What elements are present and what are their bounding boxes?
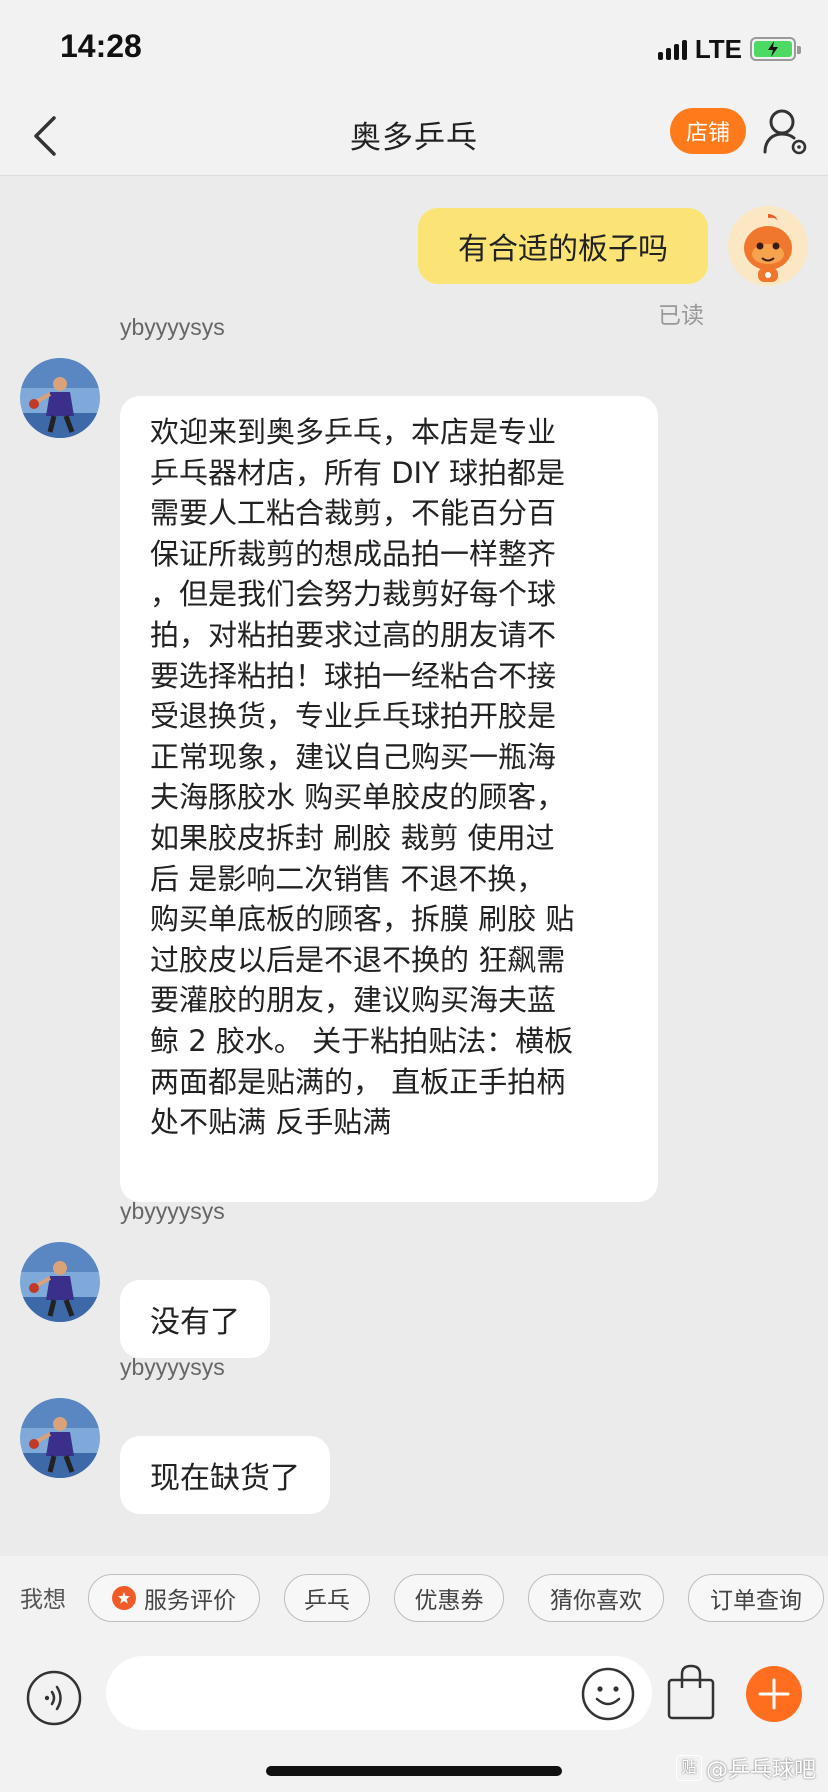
chip-recommendations[interactable]: 猜你喜欢	[528, 1574, 664, 1622]
review-icon	[112, 1586, 136, 1610]
message-line: 拍，对粘拍要求过高的朋友请不	[150, 617, 557, 652]
chip-order-query[interactable]: 订单查询	[688, 1574, 824, 1622]
message-line: 处不贴满 反手贴满	[150, 1105, 392, 1140]
seller-avatar[interactable]	[20, 1242, 100, 1322]
chip-coupon[interactable]: 优惠券	[394, 1574, 504, 1622]
watermark: 贴 @乒乓球吧	[676, 1752, 816, 1784]
plus-button[interactable]	[746, 1666, 802, 1722]
my-avatar[interactable]	[728, 206, 808, 286]
plus-icon	[758, 1678, 790, 1710]
shopping-bag-icon	[667, 1664, 715, 1720]
sender-name: ybyyyysys	[120, 1354, 225, 1380]
message-line: 受退换货，专业乒乓球拍开胶是	[150, 699, 557, 734]
signal-icon	[657, 38, 687, 60]
chip-label: 猜你喜欢	[550, 1588, 642, 1614]
message-line: ，但是我们会努力裁剪好每个球	[150, 577, 557, 612]
message-line: 后 是影响二次销售 不退不换，	[150, 861, 546, 896]
message-line: 乒乓器材店，所有 DIY 球拍都是	[150, 455, 566, 490]
sender-name: ybyyyysys	[120, 1198, 225, 1224]
battery-icon	[750, 37, 801, 61]
voice-icon	[26, 1670, 82, 1726]
message-line: 要选择粘拍！球拍一经粘合不接	[150, 658, 557, 693]
shop-button[interactable]: 店铺	[670, 108, 746, 154]
read-status: 已读	[658, 303, 704, 329]
watermark-logo: 贴	[676, 1755, 702, 1781]
chip-label: 乒乓	[304, 1588, 350, 1614]
quick-actions-bar: 我想 服务评价 乒乓 优惠券 猜你喜欢 订单查询	[0, 1556, 828, 1640]
message-line: 两面都是贴满的， 直板正手拍柄	[150, 1064, 566, 1099]
seller-message-bubble[interactable]: 没有了	[120, 1280, 270, 1358]
seller-message-bubble[interactable]: 现在缺货了	[120, 1436, 330, 1514]
voice-button[interactable]	[26, 1670, 82, 1726]
user-settings-icon	[763, 109, 807, 155]
chip-label: 订单查询	[710, 1588, 802, 1614]
chip-label: 优惠券	[414, 1588, 484, 1614]
shopping-bag-button[interactable]	[664, 1662, 718, 1724]
status-time: 14:28	[60, 28, 142, 64]
seller-avatar[interactable]	[20, 1398, 100, 1478]
status-bar: 14:28 LTE	[0, 0, 828, 100]
input-bar: 贴 @乒乓球吧	[0, 1640, 828, 1792]
message-input[interactable]	[106, 1656, 652, 1730]
user-settings-button[interactable]	[762, 106, 810, 158]
message-line: 夫海豚胶水 购买单胶皮的顾客，	[150, 780, 566, 815]
message-line: 欢迎来到奥多乒乓，本店是专业	[150, 415, 557, 449]
message-line: 保证所裁剪的想成品拍一样整齐	[150, 536, 557, 571]
seller-avatar[interactable]	[20, 358, 100, 438]
emoji-button[interactable]	[580, 1666, 636, 1722]
message-line: 要灌胶的朋友，建议购买海夫蓝	[150, 983, 557, 1018]
emoji-icon	[581, 1667, 635, 1721]
watermark-text: @乒乓球吧	[706, 1758, 817, 1783]
my-message-bubble[interactable]: 有合适的板子吗	[418, 208, 708, 284]
nav-bar: 奥多乒乓 店铺	[0, 100, 828, 176]
message-line: 过胶皮以后是不退不换的 狂飙需	[150, 942, 566, 977]
seller-message-bubble[interactable]: 欢迎来到奥多乒乓，本店是专业 乒乓器材店，所有 DIY 球拍都是 需要人工粘合裁…	[120, 396, 658, 1202]
chip-service-review[interactable]: 服务评价	[88, 1574, 260, 1622]
sender-name: ybyyyysys	[120, 314, 225, 340]
message-line: 需要人工粘合裁剪，不能百分百	[150, 496, 557, 531]
chip-label: 服务评价	[144, 1588, 236, 1614]
status-icons: LTE	[657, 32, 801, 66]
message-line: 鲸 2 胶水。 关于粘拍贴法：横板	[150, 1023, 574, 1058]
chat-area[interactable]: 有合适的板子吗 已读 ybyyyysys 欢迎来到奥多乒乓，本店是专业 乒乓器材…	[0, 176, 828, 1556]
chip-pingpong[interactable]: 乒乓	[284, 1574, 370, 1622]
home-indicator[interactable]	[266, 1766, 562, 1776]
message-line: 正常现象，建议自己购买一瓶海	[150, 739, 557, 774]
message-line: 购买单底板的顾客，拆膜 刷胶 贴	[150, 902, 575, 937]
network-type: LTE	[694, 33, 742, 64]
quick-actions-label: 我想	[20, 1587, 66, 1613]
message-line: 如果胶皮拆封 刷胶 裁剪 使用过	[150, 820, 555, 855]
